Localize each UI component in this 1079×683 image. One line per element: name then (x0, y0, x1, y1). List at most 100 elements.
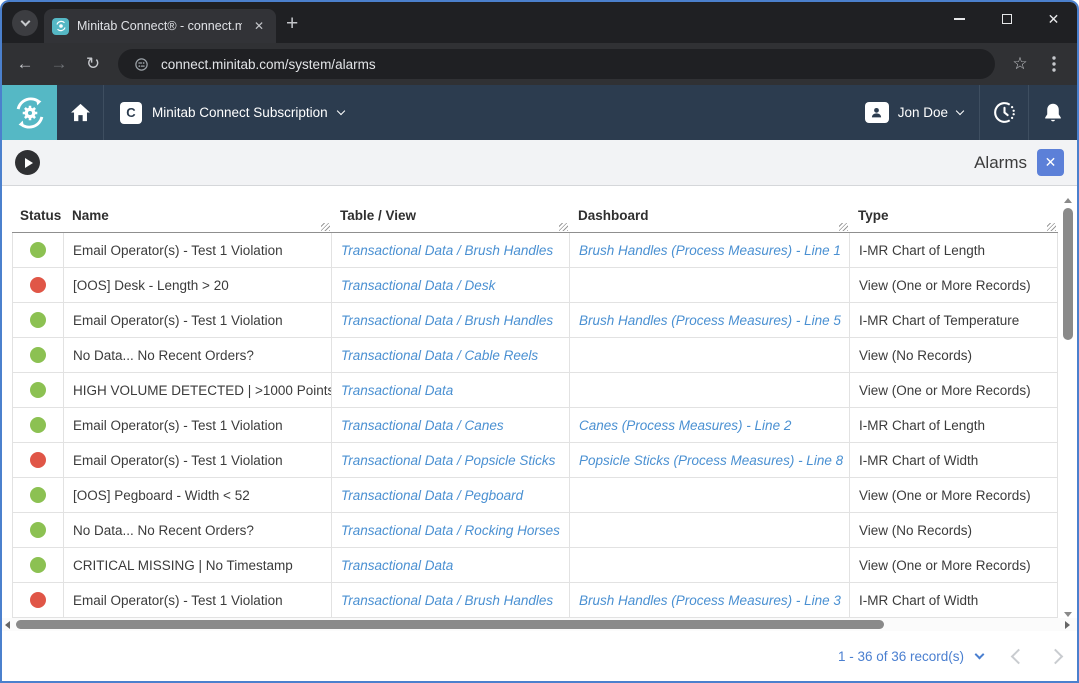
column-header-type[interactable]: Type (850, 208, 1058, 232)
subscription-selector[interactable]: C Minitab Connect Subscription (104, 85, 360, 140)
table-view-link[interactable]: Transactional Data (332, 548, 570, 583)
browser-menu-button[interactable] (1039, 49, 1069, 79)
record-count-dropdown[interactable]: 1 - 36 of 36 record(s) (838, 649, 983, 664)
table-view-link[interactable]: Transactional Data / Brush Handles (332, 303, 570, 338)
next-page-button[interactable] (1048, 648, 1064, 664)
column-resize-handle[interactable] (1047, 223, 1056, 231)
vertical-scroll-thumb[interactable] (1063, 208, 1073, 340)
table-row[interactable]: Email Operator(s) - Test 1 ViolationTran… (12, 583, 1058, 618)
back-button[interactable]: ← (10, 49, 40, 79)
name-cell: [OOS] Pegboard - Width < 52 (64, 478, 332, 513)
subscription-badge: C (120, 102, 142, 124)
dashboard-link[interactable] (570, 513, 850, 548)
record-count-label: 1 - 36 of 36 record(s) (838, 649, 964, 664)
history-button[interactable] (980, 85, 1028, 140)
dashboard-link[interactable] (570, 478, 850, 513)
table-row[interactable]: No Data... No Recent Orders?Transactiona… (12, 338, 1058, 373)
type-cell: I-MR Chart of Temperature (850, 303, 1058, 338)
table-view-link[interactable]: Transactional Data (332, 373, 570, 408)
column-header-dashboard[interactable]: Dashboard (570, 208, 850, 232)
person-icon (870, 106, 883, 119)
scroll-left-icon[interactable] (5, 621, 10, 629)
column-header-status[interactable]: Status (12, 208, 64, 232)
user-menu[interactable]: Jon Doe (849, 85, 979, 140)
status-dot-green (30, 417, 46, 433)
table-row[interactable]: CRITICAL MISSING | No TimestampTransacti… (12, 548, 1058, 583)
table-row[interactable]: No Data... No Recent Orders?Transactiona… (12, 513, 1058, 548)
table-view-link[interactable]: Transactional Data / Brush Handles (332, 233, 570, 268)
type-cell: View (No Records) (850, 338, 1058, 373)
history-clock-icon (992, 100, 1017, 125)
status-dot-red (30, 452, 46, 468)
minitab-connect-logo[interactable] (2, 85, 57, 140)
refresh-button[interactable]: ↻ (78, 49, 108, 79)
scroll-right-icon[interactable] (1065, 621, 1070, 629)
previous-page-button[interactable] (1011, 648, 1027, 664)
column-resize-handle[interactable] (839, 223, 848, 231)
tab-close-icon[interactable]: ✕ (250, 17, 268, 35)
table-view-link[interactable]: Transactional Data / Pegboard (332, 478, 570, 513)
table-view-link[interactable]: Transactional Data / Cable Reels (332, 338, 570, 373)
table-row[interactable]: Email Operator(s) - Test 1 ViolationTran… (12, 233, 1058, 268)
close-window-button[interactable]: ✕ (1030, 2, 1077, 36)
table-row[interactable]: Email Operator(s) - Test 1 ViolationTran… (12, 303, 1058, 338)
minimize-button[interactable] (936, 2, 983, 36)
table-view-link[interactable]: Transactional Data / Brush Handles (332, 583, 570, 618)
status-cell (12, 583, 64, 618)
minitab-favicon (52, 18, 69, 35)
table-view-link[interactable]: Transactional Data / Popsicle Sticks (332, 443, 570, 478)
column-resize-handle[interactable] (321, 223, 330, 231)
type-cell: I-MR Chart of Width (850, 583, 1058, 618)
name-cell: Email Operator(s) - Test 1 Violation (64, 583, 332, 618)
table-row[interactable]: HIGH VOLUME DETECTED | >1000 PointsTrans… (12, 373, 1058, 408)
address-bar[interactable]: connect.minitab.com/system/alarms (118, 49, 995, 79)
vertical-scrollbar[interactable] (1060, 198, 1076, 617)
scroll-up-icon[interactable] (1064, 198, 1072, 203)
dashboard-link[interactable]: Brush Handles (Process Measures) - Line … (570, 233, 850, 268)
table-row[interactable]: Email Operator(s) - Test 1 ViolationTran… (12, 443, 1058, 478)
table-view-link[interactable]: Transactional Data / Rocking Horses (332, 513, 570, 548)
forward-button[interactable]: → (44, 49, 74, 79)
column-header-name[interactable]: Name (64, 208, 332, 232)
status-cell (12, 478, 64, 513)
dashboard-link[interactable]: Brush Handles (Process Measures) - Line … (570, 303, 850, 338)
pagination-footer: 1 - 36 of 36 record(s) (2, 631, 1077, 681)
status-dot-red (30, 592, 46, 608)
dashboard-link[interactable] (570, 268, 850, 303)
horizontal-scroll-thumb[interactable] (16, 620, 884, 629)
maximize-button[interactable] (983, 2, 1030, 36)
dashboard-link[interactable]: Popsicle Sticks (Process Measures) - Lin… (570, 443, 850, 478)
sync-gear-icon (11, 94, 49, 132)
type-cell: View (One or More Records) (850, 268, 1058, 303)
horizontal-scrollbar[interactable] (2, 618, 1077, 631)
dashboard-link[interactable]: Brush Handles (Process Measures) - Line … (570, 583, 850, 618)
user-name: Jon Doe (898, 105, 948, 120)
dashboard-link[interactable] (570, 548, 850, 583)
tab-search-button[interactable] (12, 10, 38, 36)
column-resize-handle[interactable] (559, 223, 568, 231)
chevron-down-icon (336, 106, 344, 114)
dashboard-link[interactable]: Canes (Process Measures) - Line 2 (570, 408, 850, 443)
table-row[interactable]: [OOS] Pegboard - Width < 52Transactional… (12, 478, 1058, 513)
table-row[interactable]: Email Operator(s) - Test 1 ViolationTran… (12, 408, 1058, 443)
new-tab-button[interactable]: + (286, 13, 298, 34)
scroll-down-icon[interactable] (1064, 612, 1072, 617)
dashboard-link[interactable] (570, 373, 850, 408)
column-header-table-view[interactable]: Table / View (332, 208, 570, 232)
table-row[interactable]: [OOS] Desk - Length > 20Transactional Da… (12, 268, 1058, 303)
type-cell: I-MR Chart of Width (850, 443, 1058, 478)
app-header: C Minitab Connect Subscription Jon Doe (2, 85, 1077, 140)
status-cell (12, 268, 64, 303)
home-button[interactable] (57, 85, 103, 140)
table-view-link[interactable]: Transactional Data / Canes (332, 408, 570, 443)
dashboard-link[interactable] (570, 338, 850, 373)
home-icon (70, 103, 91, 122)
run-alarms-button[interactable] (15, 150, 40, 175)
close-panel-button[interactable]: ✕ (1037, 149, 1064, 176)
site-info-icon[interactable] (130, 53, 152, 75)
type-cell: I-MR Chart of Length (850, 233, 1058, 268)
table-view-link[interactable]: Transactional Data / Desk (332, 268, 570, 303)
notifications-button[interactable] (1029, 85, 1077, 140)
bookmark-star-icon[interactable]: ☆ (1005, 49, 1035, 79)
browser-tab[interactable]: Minitab Connect® - connect.mi ✕ (44, 9, 276, 43)
